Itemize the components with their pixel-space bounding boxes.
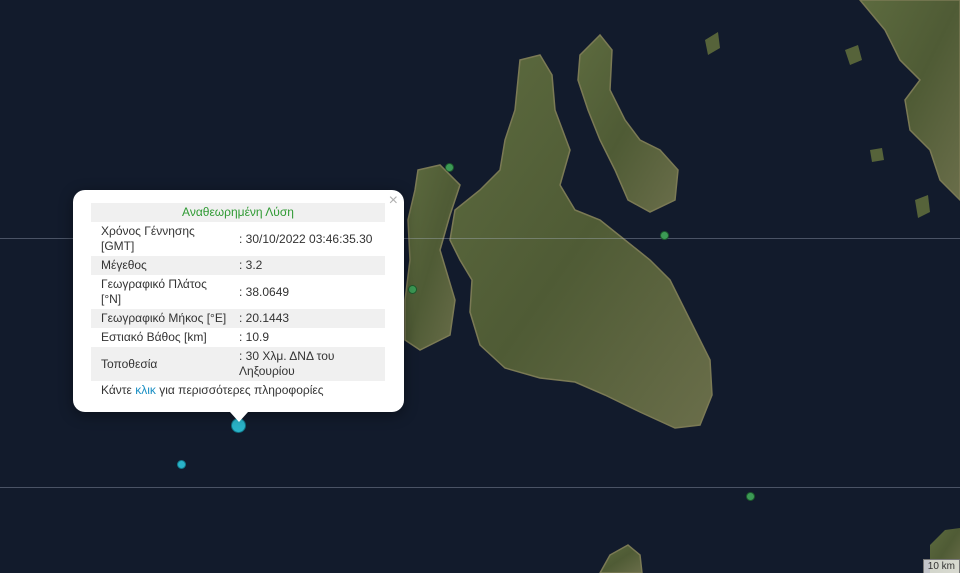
islet-2 xyxy=(845,45,862,65)
earthquake-marker-icon[interactable] xyxy=(177,460,186,469)
detail-label: Γεωγραφικό Πλάτος [°N] xyxy=(101,277,207,306)
island-kefalonia xyxy=(449,54,713,429)
detail-value: : 30 Χλμ. ΔΝΔ του Ληξουρίου xyxy=(233,347,385,381)
detail-label: Τοποθεσία xyxy=(91,347,233,381)
popup-pointer xyxy=(230,412,248,422)
island-paliki xyxy=(404,164,461,351)
earthquake-info-popup: × Αναθεωρημένη Λύση Χρόνος Γέννησης [GMT… xyxy=(73,190,404,422)
latitude-line xyxy=(0,487,960,488)
satellite-map[interactable]: × Αναθεωρημένη Λύση Χρόνος Γέννησης [GMT… xyxy=(0,0,960,573)
map-scale-bar: 10 km xyxy=(922,559,960,573)
island-ithaca xyxy=(577,33,679,213)
detail-value: : 10.9 xyxy=(239,330,270,344)
close-icon[interactable]: × xyxy=(389,192,398,210)
islet-1 xyxy=(705,32,720,55)
earthquake-marker-icon[interactable] xyxy=(746,492,755,501)
more-info-link[interactable]: κλικ xyxy=(135,383,156,397)
detail-label: Γεωγραφικό Μήκος [°E] xyxy=(91,309,233,328)
more-info-suffix: για περισσότερες πληροφορίες xyxy=(155,383,324,397)
islet-3 xyxy=(915,195,930,218)
popup-title: Αναθεωρημένη Λύση xyxy=(91,203,385,222)
mainland-northeast xyxy=(859,0,960,202)
detail-value: : 38.0649 xyxy=(239,284,290,299)
detail-value: : 30/10/2022 03:46:35.30 xyxy=(239,231,373,246)
islet-4 xyxy=(870,148,884,162)
earthquake-marker-icon[interactable] xyxy=(660,231,669,240)
more-info-prefix: Κάντε xyxy=(101,383,136,397)
detail-label: Χρόνος Γέννησης [GMT] xyxy=(101,224,195,253)
detail-value: : 3.2 xyxy=(233,256,385,275)
detail-label: Εστιακό Βάθος [km] xyxy=(101,330,207,344)
earthquake-marker-icon[interactable] xyxy=(408,285,417,294)
earthquake-marker-icon[interactable] xyxy=(445,163,454,172)
earthquake-details-table: Αναθεωρημένη Λύση Χρόνος Γέννησης [GMT] … xyxy=(91,203,385,381)
detail-label: Μέγεθος xyxy=(91,256,233,275)
island-zakynthos xyxy=(599,544,643,573)
detail-value: : 20.1443 xyxy=(233,309,385,328)
more-info-text: Κάντε κλικ για περισσότερες πληροφορίες xyxy=(101,383,324,397)
